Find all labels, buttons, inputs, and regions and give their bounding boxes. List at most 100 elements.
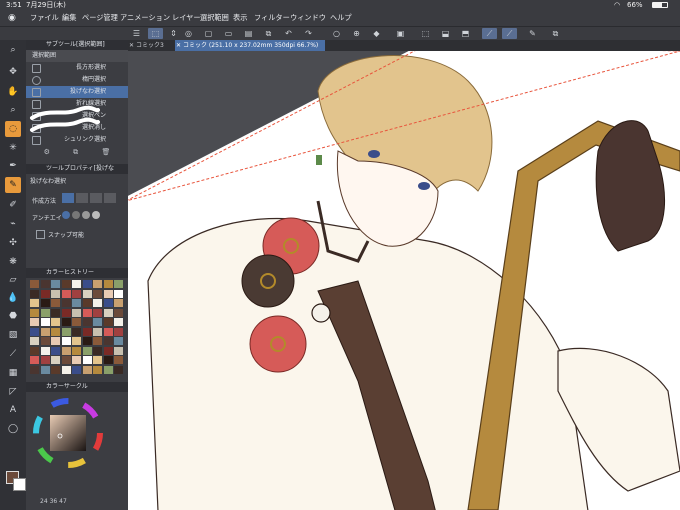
color-history-swatch[interactable]: [30, 308, 39, 317]
subtool-delete-icon[interactable]: 🗑: [101, 148, 110, 158]
subtool-item-lasso[interactable]: 投げなわ選択: [26, 86, 128, 98]
mode-new-button[interactable]: [62, 193, 74, 203]
subtool-copy-icon[interactable]: ⧉: [73, 148, 78, 158]
menu-layer[interactable]: レイヤー: [172, 10, 201, 26]
color-history-swatch[interactable]: [103, 308, 113, 317]
color-history-swatch[interactable]: [51, 346, 60, 355]
color-history-swatch[interactable]: [40, 346, 50, 355]
color-history-swatch[interactable]: [61, 299, 71, 307]
clear-icon[interactable]: ○: [329, 28, 344, 39]
color-history-swatch[interactable]: [30, 337, 39, 345]
color-history-swatch[interactable]: [103, 318, 113, 326]
color-history-swatch[interactable]: [40, 327, 50, 336]
menu-icon[interactable]: ☰: [129, 28, 144, 39]
color-history-swatch[interactable]: [114, 346, 123, 355]
pencil-tool-icon[interactable]: ✐: [5, 197, 21, 213]
color-history-swatch[interactable]: [30, 318, 39, 326]
color-history-swatch[interactable]: [82, 327, 92, 336]
color-history-swatch[interactable]: [114, 299, 123, 307]
pen-settings-icon[interactable]: ✎: [525, 28, 540, 39]
color-history-swatch[interactable]: [40, 299, 50, 307]
color-history-swatch[interactable]: [51, 365, 60, 374]
color-history-swatch[interactable]: [114, 280, 123, 288]
redo-icon[interactable]: ↷: [301, 28, 316, 39]
color-history-swatch[interactable]: [61, 337, 71, 345]
color-history-swatch[interactable]: [103, 346, 113, 355]
pen-tool-icon[interactable]: ✎: [5, 177, 21, 193]
color-wheel[interactable]: [31, 396, 105, 470]
color-history-swatch[interactable]: [82, 337, 92, 345]
menu-view[interactable]: 表示: [233, 10, 247, 26]
new-file-icon[interactable]: ▢: [201, 28, 216, 39]
app-logo-icon[interactable]: ◉: [8, 10, 16, 26]
color-history-swatch[interactable]: [93, 318, 102, 326]
stepper-icon[interactable]: ⇕: [166, 28, 181, 39]
move-tool-icon[interactable]: ✥: [5, 64, 21, 80]
color-history-swatch[interactable]: [51, 299, 60, 307]
eraser-tool-icon[interactable]: ▱: [5, 272, 21, 288]
color-history-swatch[interactable]: [30, 280, 39, 288]
color-history-swatch[interactable]: [30, 289, 39, 298]
ruler-tool-icon[interactable]: ◸: [5, 384, 21, 400]
color-history-swatch[interactable]: [114, 337, 123, 345]
close-tab-icon[interactable]: ✕: [176, 40, 181, 51]
decoration-tool-icon[interactable]: ❋: [5, 254, 21, 270]
color-history-swatch[interactable]: [114, 308, 123, 317]
magic-wand-icon[interactable]: ✳: [5, 140, 21, 156]
save-icon[interactable]: ▤: [241, 28, 256, 39]
subtool-item-ellipse[interactable]: 楕円選択: [26, 74, 128, 86]
invert-selection-icon[interactable]: ⬓: [438, 28, 453, 39]
menu-filter[interactable]: フィルター: [254, 10, 290, 26]
color-history-swatch[interactable]: [61, 346, 71, 355]
undo-icon[interactable]: ↶: [281, 28, 296, 39]
color-history-swatch[interactable]: [61, 356, 71, 364]
record-icon[interactable]: ◎: [181, 28, 196, 39]
color-history-swatch[interactable]: [93, 337, 102, 345]
menu-edit[interactable]: 編集: [62, 10, 76, 26]
color-history-swatch[interactable]: [103, 365, 113, 374]
hand-tool-icon[interactable]: ✋: [5, 84, 21, 100]
color-history-swatch[interactable]: [51, 289, 60, 298]
color-history-swatch[interactable]: [114, 289, 123, 298]
open-folder-icon[interactable]: ▭: [221, 28, 236, 39]
magnify-tool-icon[interactable]: ⌕: [5, 102, 21, 118]
antialias-medium[interactable]: [82, 211, 90, 219]
airbrush-tool-icon[interactable]: ✣: [5, 235, 21, 251]
color-history-swatch[interactable]: [61, 327, 71, 336]
fill-icon[interactable]: ◆: [369, 28, 384, 39]
color-history-swatch[interactable]: [51, 280, 60, 288]
zoom-tool-icon[interactable]: ⌕: [5, 42, 21, 58]
color-history-swatch[interactable]: [93, 327, 102, 336]
canvas-area[interactable]: [128, 51, 680, 510]
color-history-swatch[interactable]: [93, 299, 102, 307]
deselect-icon[interactable]: ⬚: [418, 28, 433, 39]
color-history-swatch[interactable]: [72, 337, 81, 345]
blend-tool-icon[interactable]: 💧: [5, 290, 21, 306]
color-history-swatch[interactable]: [93, 356, 102, 364]
color-history-swatch[interactable]: [93, 365, 102, 374]
select-all-icon[interactable]: ▣: [393, 28, 408, 39]
color-history-header[interactable]: カラーヒストリー: [26, 268, 128, 278]
color-history-swatch[interactable]: [40, 289, 50, 298]
color-history-swatch[interactable]: [114, 365, 123, 374]
subtool-item-rect[interactable]: 長方形選択: [26, 62, 128, 74]
color-history-swatch[interactable]: [93, 346, 102, 355]
color-history-swatch[interactable]: [61, 308, 71, 317]
snap-checkbox[interactable]: [36, 230, 45, 239]
color-history-swatch[interactable]: [61, 289, 71, 298]
select-tool-icon[interactable]: ⬚: [148, 28, 163, 39]
text-tool-icon[interactable]: A: [5, 402, 21, 418]
color-history-swatch[interactable]: [30, 346, 39, 355]
color-history-swatch[interactable]: [82, 318, 92, 326]
color-history-swatch[interactable]: [30, 356, 39, 364]
expand-selection-icon[interactable]: ⬒: [458, 28, 473, 39]
color-history-swatch[interactable]: [114, 327, 123, 336]
antialias-none[interactable]: [62, 211, 70, 219]
balloon-tool-icon[interactable]: ◯: [5, 421, 21, 437]
subtool-settings-icon[interactable]: ⚙: [44, 148, 50, 158]
color-history-swatch[interactable]: [51, 318, 60, 326]
mode-add-button[interactable]: [76, 193, 88, 203]
fill-tool-icon[interactable]: ⬣: [5, 308, 21, 324]
color-history-swatch[interactable]: [72, 299, 81, 307]
color-history-swatch[interactable]: [93, 289, 102, 298]
